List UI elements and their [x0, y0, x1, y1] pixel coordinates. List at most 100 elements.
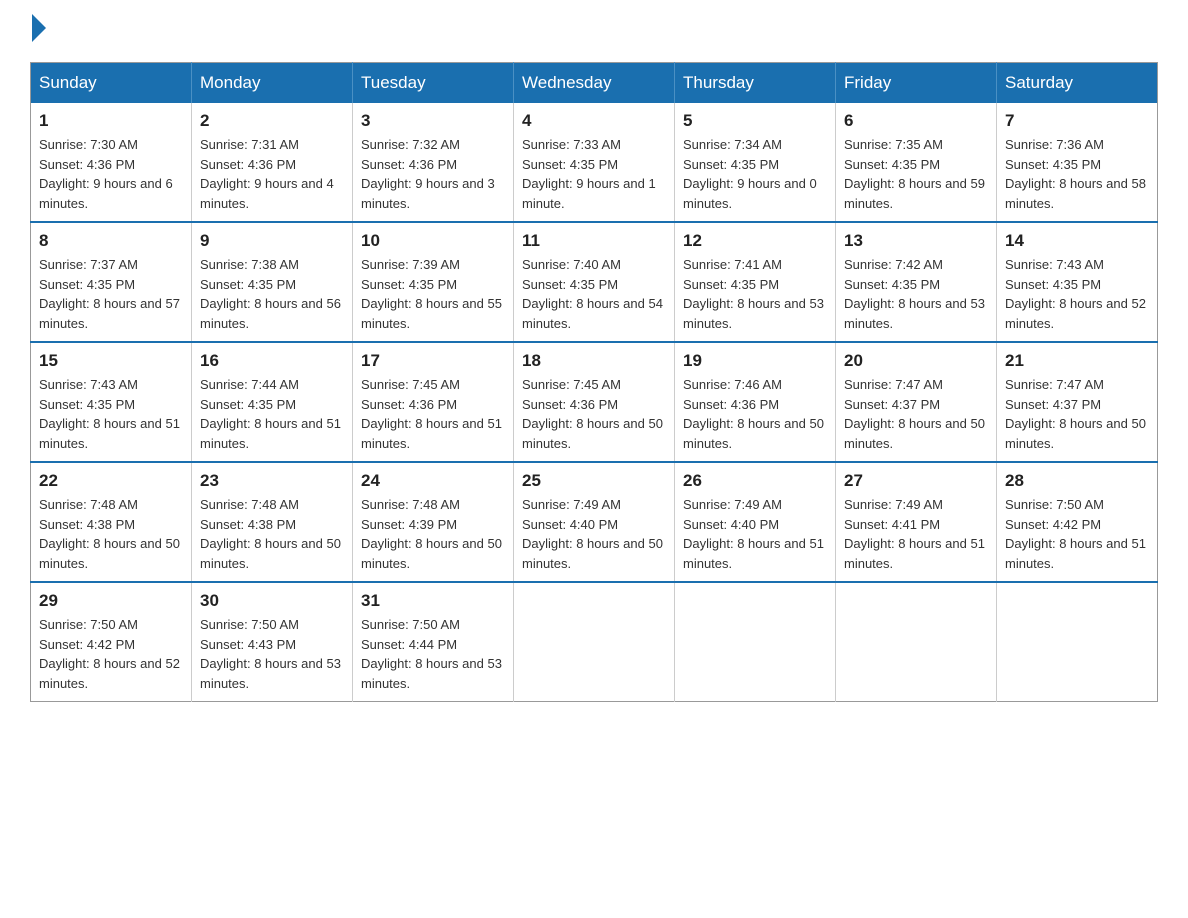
day-info: Sunrise: 7:42 AMSunset: 4:35 PMDaylight:… — [844, 255, 988, 333]
calendar-cell: 10 Sunrise: 7:39 AMSunset: 4:35 PMDaylig… — [353, 222, 514, 342]
calendar-header-sunday: Sunday — [31, 63, 192, 104]
day-info: Sunrise: 7:43 AMSunset: 4:35 PMDaylight:… — [39, 375, 183, 453]
calendar-cell: 4 Sunrise: 7:33 AMSunset: 4:35 PMDayligh… — [514, 103, 675, 222]
day-number: 26 — [683, 471, 827, 491]
day-number: 8 — [39, 231, 183, 251]
calendar-header-monday: Monday — [192, 63, 353, 104]
calendar-cell: 16 Sunrise: 7:44 AMSunset: 4:35 PMDaylig… — [192, 342, 353, 462]
calendar-cell — [675, 582, 836, 702]
calendar-cell: 21 Sunrise: 7:47 AMSunset: 4:37 PMDaylig… — [997, 342, 1158, 462]
calendar-cell: 1 Sunrise: 7:30 AMSunset: 4:36 PMDayligh… — [31, 103, 192, 222]
day-info: Sunrise: 7:44 AMSunset: 4:35 PMDaylight:… — [200, 375, 344, 453]
day-info: Sunrise: 7:49 AMSunset: 4:40 PMDaylight:… — [522, 495, 666, 573]
day-number: 3 — [361, 111, 505, 131]
day-info: Sunrise: 7:50 AMSunset: 4:44 PMDaylight:… — [361, 615, 505, 693]
day-number: 30 — [200, 591, 344, 611]
calendar-header-wednesday: Wednesday — [514, 63, 675, 104]
calendar-cell: 5 Sunrise: 7:34 AMSunset: 4:35 PMDayligh… — [675, 103, 836, 222]
calendar-cell — [836, 582, 997, 702]
calendar-header-friday: Friday — [836, 63, 997, 104]
day-info: Sunrise: 7:41 AMSunset: 4:35 PMDaylight:… — [683, 255, 827, 333]
calendar-cell: 27 Sunrise: 7:49 AMSunset: 4:41 PMDaylig… — [836, 462, 997, 582]
day-info: Sunrise: 7:30 AMSunset: 4:36 PMDaylight:… — [39, 135, 183, 213]
calendar-cell: 23 Sunrise: 7:48 AMSunset: 4:38 PMDaylig… — [192, 462, 353, 582]
day-number: 23 — [200, 471, 344, 491]
day-info: Sunrise: 7:33 AMSunset: 4:35 PMDaylight:… — [522, 135, 666, 213]
calendar-week-row: 15 Sunrise: 7:43 AMSunset: 4:35 PMDaylig… — [31, 342, 1158, 462]
calendar-cell: 19 Sunrise: 7:46 AMSunset: 4:36 PMDaylig… — [675, 342, 836, 462]
calendar-cell: 2 Sunrise: 7:31 AMSunset: 4:36 PMDayligh… — [192, 103, 353, 222]
day-number: 16 — [200, 351, 344, 371]
calendar-cell: 15 Sunrise: 7:43 AMSunset: 4:35 PMDaylig… — [31, 342, 192, 462]
calendar-header-row: SundayMondayTuesdayWednesdayThursdayFrid… — [31, 63, 1158, 104]
page-header — [30, 20, 1158, 42]
day-number: 25 — [522, 471, 666, 491]
day-number: 29 — [39, 591, 183, 611]
day-info: Sunrise: 7:45 AMSunset: 4:36 PMDaylight:… — [522, 375, 666, 453]
calendar-week-row: 8 Sunrise: 7:37 AMSunset: 4:35 PMDayligh… — [31, 222, 1158, 342]
logo-arrow-icon — [32, 14, 46, 42]
calendar-cell: 30 Sunrise: 7:50 AMSunset: 4:43 PMDaylig… — [192, 582, 353, 702]
calendar-week-row: 1 Sunrise: 7:30 AMSunset: 4:36 PMDayligh… — [31, 103, 1158, 222]
day-number: 10 — [361, 231, 505, 251]
calendar-cell: 14 Sunrise: 7:43 AMSunset: 4:35 PMDaylig… — [997, 222, 1158, 342]
day-number: 1 — [39, 111, 183, 131]
calendar-table: SundayMondayTuesdayWednesdayThursdayFrid… — [30, 62, 1158, 702]
day-info: Sunrise: 7:50 AMSunset: 4:43 PMDaylight:… — [200, 615, 344, 693]
day-number: 13 — [844, 231, 988, 251]
day-number: 2 — [200, 111, 344, 131]
day-number: 27 — [844, 471, 988, 491]
day-number: 5 — [683, 111, 827, 131]
calendar-header-tuesday: Tuesday — [353, 63, 514, 104]
day-info: Sunrise: 7:35 AMSunset: 4:35 PMDaylight:… — [844, 135, 988, 213]
day-info: Sunrise: 7:39 AMSunset: 4:35 PMDaylight:… — [361, 255, 505, 333]
logo — [30, 20, 46, 42]
day-info: Sunrise: 7:50 AMSunset: 4:42 PMDaylight:… — [39, 615, 183, 693]
calendar-cell: 9 Sunrise: 7:38 AMSunset: 4:35 PMDayligh… — [192, 222, 353, 342]
calendar-cell: 8 Sunrise: 7:37 AMSunset: 4:35 PMDayligh… — [31, 222, 192, 342]
calendar-cell: 3 Sunrise: 7:32 AMSunset: 4:36 PMDayligh… — [353, 103, 514, 222]
day-info: Sunrise: 7:48 AMSunset: 4:38 PMDaylight:… — [39, 495, 183, 573]
calendar-header-saturday: Saturday — [997, 63, 1158, 104]
day-number: 28 — [1005, 471, 1149, 491]
calendar-cell: 6 Sunrise: 7:35 AMSunset: 4:35 PMDayligh… — [836, 103, 997, 222]
day-info: Sunrise: 7:46 AMSunset: 4:36 PMDaylight:… — [683, 375, 827, 453]
day-number: 21 — [1005, 351, 1149, 371]
day-number: 24 — [361, 471, 505, 491]
calendar-cell: 11 Sunrise: 7:40 AMSunset: 4:35 PMDaylig… — [514, 222, 675, 342]
day-info: Sunrise: 7:49 AMSunset: 4:40 PMDaylight:… — [683, 495, 827, 573]
day-number: 9 — [200, 231, 344, 251]
calendar-cell: 12 Sunrise: 7:41 AMSunset: 4:35 PMDaylig… — [675, 222, 836, 342]
day-info: Sunrise: 7:32 AMSunset: 4:36 PMDaylight:… — [361, 135, 505, 213]
day-number: 7 — [1005, 111, 1149, 131]
calendar-cell: 29 Sunrise: 7:50 AMSunset: 4:42 PMDaylig… — [31, 582, 192, 702]
day-info: Sunrise: 7:43 AMSunset: 4:35 PMDaylight:… — [1005, 255, 1149, 333]
day-info: Sunrise: 7:47 AMSunset: 4:37 PMDaylight:… — [844, 375, 988, 453]
day-info: Sunrise: 7:45 AMSunset: 4:36 PMDaylight:… — [361, 375, 505, 453]
day-info: Sunrise: 7:36 AMSunset: 4:35 PMDaylight:… — [1005, 135, 1149, 213]
day-number: 17 — [361, 351, 505, 371]
calendar-week-row: 29 Sunrise: 7:50 AMSunset: 4:42 PMDaylig… — [31, 582, 1158, 702]
calendar-cell: 7 Sunrise: 7:36 AMSunset: 4:35 PMDayligh… — [997, 103, 1158, 222]
day-number: 20 — [844, 351, 988, 371]
calendar-cell: 17 Sunrise: 7:45 AMSunset: 4:36 PMDaylig… — [353, 342, 514, 462]
calendar-cell: 26 Sunrise: 7:49 AMSunset: 4:40 PMDaylig… — [675, 462, 836, 582]
day-number: 4 — [522, 111, 666, 131]
calendar-cell — [514, 582, 675, 702]
day-info: Sunrise: 7:34 AMSunset: 4:35 PMDaylight:… — [683, 135, 827, 213]
day-number: 12 — [683, 231, 827, 251]
calendar-cell: 31 Sunrise: 7:50 AMSunset: 4:44 PMDaylig… — [353, 582, 514, 702]
calendar-cell: 18 Sunrise: 7:45 AMSunset: 4:36 PMDaylig… — [514, 342, 675, 462]
calendar-header-thursday: Thursday — [675, 63, 836, 104]
day-info: Sunrise: 7:48 AMSunset: 4:39 PMDaylight:… — [361, 495, 505, 573]
day-number: 22 — [39, 471, 183, 491]
day-info: Sunrise: 7:48 AMSunset: 4:38 PMDaylight:… — [200, 495, 344, 573]
day-info: Sunrise: 7:40 AMSunset: 4:35 PMDaylight:… — [522, 255, 666, 333]
day-info: Sunrise: 7:38 AMSunset: 4:35 PMDaylight:… — [200, 255, 344, 333]
calendar-cell: 28 Sunrise: 7:50 AMSunset: 4:42 PMDaylig… — [997, 462, 1158, 582]
day-info: Sunrise: 7:50 AMSunset: 4:42 PMDaylight:… — [1005, 495, 1149, 573]
calendar-cell: 20 Sunrise: 7:47 AMSunset: 4:37 PMDaylig… — [836, 342, 997, 462]
day-number: 6 — [844, 111, 988, 131]
calendar-week-row: 22 Sunrise: 7:48 AMSunset: 4:38 PMDaylig… — [31, 462, 1158, 582]
calendar-cell: 25 Sunrise: 7:49 AMSunset: 4:40 PMDaylig… — [514, 462, 675, 582]
